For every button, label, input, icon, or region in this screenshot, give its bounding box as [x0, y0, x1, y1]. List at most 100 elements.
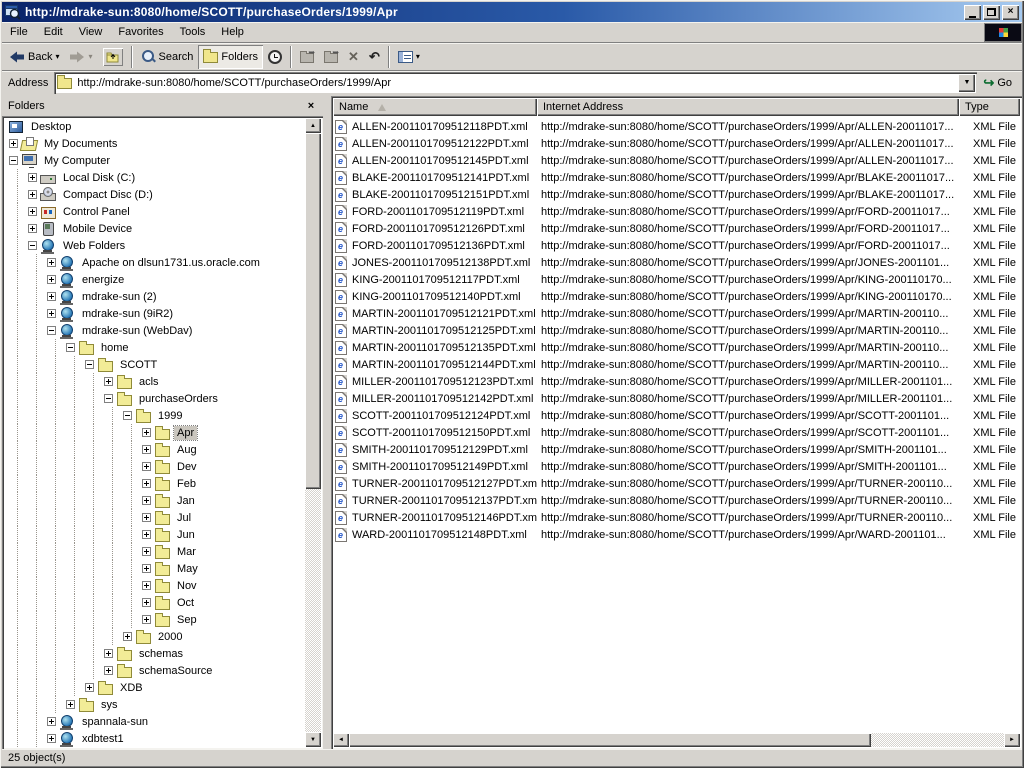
tree-item[interactable]: My Documents [4, 135, 305, 152]
collapse-toggle-icon[interactable] [9, 156, 18, 165]
file-row[interactable]: MARTIN-2001101709512121PDT.xmlhttp://mdr… [333, 305, 1020, 322]
scroll-up-button[interactable]: ▲ [305, 118, 321, 133]
file-row[interactable]: KING-2001101709512117PDT.xmlhttp://mdrak… [333, 271, 1020, 288]
file-row[interactable]: MILLER-2001101709512142PDT.xmlhttp://mdr… [333, 390, 1020, 407]
menu-favorites[interactable]: Favorites [110, 22, 171, 42]
tree-vertical-scrollbar[interactable]: ▲ ▼ [305, 118, 321, 747]
expand-toggle-icon[interactable] [142, 496, 151, 505]
tree-item[interactable]: spannala-sun [4, 713, 305, 730]
tree-item[interactable]: 2000 [4, 628, 305, 645]
file-row[interactable]: MARTIN-2001101709512125PDT.xmlhttp://mdr… [333, 322, 1020, 339]
collapse-toggle-icon[interactable] [66, 343, 75, 352]
scrollbar-track[interactable] [305, 489, 321, 732]
tree-item[interactable]: Nov [4, 577, 305, 594]
history-button[interactable] [263, 45, 287, 69]
expand-toggle-icon[interactable] [104, 377, 113, 386]
expand-toggle-icon[interactable] [104, 666, 113, 675]
tree-item[interactable]: Web Folders [4, 237, 305, 254]
tree-item[interactable]: schemaSource [4, 662, 305, 679]
expand-toggle-icon[interactable] [142, 445, 151, 454]
column-header-name[interactable]: Name [333, 98, 537, 116]
file-row[interactable]: WARD-2001101709512148PDT.xmlhttp://mdrak… [333, 526, 1020, 543]
tree-item[interactable]: Mar [4, 543, 305, 560]
collapse-toggle-icon[interactable] [47, 326, 56, 335]
collapse-toggle-icon[interactable] [123, 411, 132, 420]
expand-toggle-icon[interactable] [47, 258, 56, 267]
scrollbar-thumb[interactable] [349, 733, 871, 747]
scroll-down-button[interactable]: ▼ [305, 732, 321, 747]
expand-toggle-icon[interactable] [142, 428, 151, 437]
tree-item[interactable]: SCOTT [4, 356, 305, 373]
expand-toggle-icon[interactable] [142, 615, 151, 624]
forward-dropdown-icon[interactable]: ▾ [88, 53, 92, 61]
tree-item[interactable]: Apache on dlsun1731.us.oracle.com [4, 254, 305, 271]
move-to-button[interactable] [295, 45, 319, 69]
tree-item[interactable]: Desktop [4, 118, 305, 135]
tree-item[interactable]: Jul [4, 509, 305, 526]
file-row[interactable]: TURNER-2001101709512146PDT.xmlhttp://mdr… [333, 509, 1020, 526]
expand-toggle-icon[interactable] [47, 292, 56, 301]
up-button[interactable] [98, 45, 128, 69]
tree-item[interactable]: purchaseOrders [4, 390, 305, 407]
restore-button[interactable] [983, 5, 1000, 20]
expand-toggle-icon[interactable] [104, 649, 113, 658]
file-row[interactable]: JONES-2001101709512138PDT.xmlhttp://mdra… [333, 254, 1020, 271]
column-header-internet-address[interactable]: Internet Address [537, 98, 959, 116]
minimize-button[interactable] [964, 5, 981, 20]
folders-button[interactable]: Folders [198, 45, 263, 69]
column-header-type[interactable]: Type [959, 98, 1020, 116]
scrollbar-track[interactable] [871, 733, 1004, 747]
collapse-toggle-icon[interactable] [28, 241, 37, 250]
tree-item[interactable]: May [4, 560, 305, 577]
expand-toggle-icon[interactable] [28, 207, 37, 216]
file-row[interactable]: ALLEN-2001101709512118PDT.xmlhttp://mdra… [333, 118, 1020, 135]
tree-item[interactable]: Compact Disc (D:) [4, 186, 305, 203]
file-row[interactable]: SCOTT-2001101709512124PDT.xmlhttp://mdra… [333, 407, 1020, 424]
tree-item[interactable]: Aug [4, 441, 305, 458]
file-row[interactable]: MARTIN-2001101709512135PDT.xmlhttp://mdr… [333, 339, 1020, 356]
file-row[interactable]: KING-2001101709512140PDT.xmlhttp://mdrak… [333, 288, 1020, 305]
tree-item[interactable]: 1999 [4, 407, 305, 424]
tree-item[interactable]: Jun [4, 526, 305, 543]
expand-toggle-icon[interactable] [142, 581, 151, 590]
expand-toggle-icon[interactable] [142, 530, 151, 539]
menu-edit[interactable]: Edit [36, 22, 71, 42]
expand-toggle-icon[interactable] [47, 309, 56, 318]
views-button[interactable]: ▾ [393, 45, 425, 69]
file-row[interactable]: FORD-2001101709512136PDT.xmlhttp://mdrak… [333, 237, 1020, 254]
file-row[interactable]: MARTIN-2001101709512144PDT.xmlhttp://mdr… [333, 356, 1020, 373]
tree-item[interactable]: My Computer [4, 152, 305, 169]
expand-toggle-icon[interactable] [142, 513, 151, 522]
file-row[interactable]: BLAKE-2001101709512151PDT.xmlhttp://mdra… [333, 186, 1020, 203]
back-button[interactable]: Back ▾ [4, 45, 64, 69]
list-horizontal-scrollbar[interactable]: ◄ ► [333, 733, 1020, 747]
tree-item[interactable]: Apr [4, 424, 305, 441]
expand-toggle-icon[interactable] [9, 139, 18, 148]
expand-toggle-icon[interactable] [28, 224, 37, 233]
go-button[interactable]: ↪ Go [977, 72, 1018, 94]
scroll-right-button[interactable]: ► [1004, 733, 1020, 747]
tree-item[interactable]: schemas [4, 645, 305, 662]
address-dropdown-button[interactable]: ▼ [958, 74, 975, 92]
tree-item[interactable]: energize [4, 271, 305, 288]
search-button[interactable]: Search [136, 45, 199, 69]
scroll-left-button[interactable]: ◄ [333, 733, 349, 747]
file-row[interactable]: BLAKE-2001101709512141PDT.xmlhttp://mdra… [333, 169, 1020, 186]
folders-pane-close-button[interactable]: × [303, 99, 319, 113]
delete-button[interactable]: ✕ [343, 45, 364, 69]
expand-toggle-icon[interactable] [47, 734, 56, 743]
tree-item[interactable]: mdrake-sun (2) [4, 288, 305, 305]
file-row[interactable]: MILLER-2001101709512123PDT.xmlhttp://mdr… [333, 373, 1020, 390]
undo-button[interactable]: ↶ [364, 45, 385, 69]
menu-file[interactable]: File [2, 22, 36, 42]
expand-toggle-icon[interactable] [28, 190, 37, 199]
tree-item[interactable]: Mobile Device [4, 220, 305, 237]
back-dropdown-icon[interactable]: ▾ [55, 53, 59, 61]
views-dropdown-icon[interactable]: ▾ [416, 53, 420, 61]
pane-splitter[interactable] [323, 96, 331, 749]
expand-toggle-icon[interactable] [66, 700, 75, 709]
tree-item[interactable]: XDB [4, 679, 305, 696]
expand-toggle-icon[interactable] [47, 717, 56, 726]
tree-item[interactable]: acls [4, 373, 305, 390]
file-row[interactable]: TURNER-2001101709512127PDT.xmlhttp://mdr… [333, 475, 1020, 492]
